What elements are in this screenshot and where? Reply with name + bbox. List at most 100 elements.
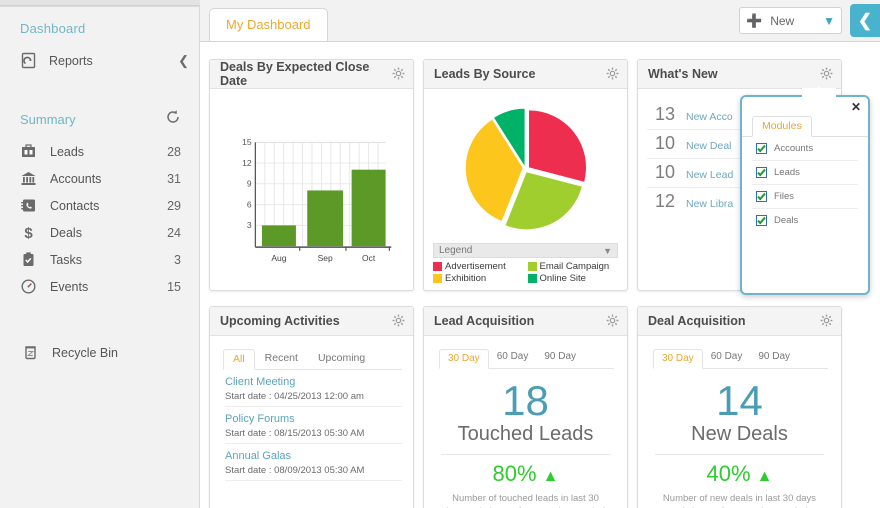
lead-acquisition-change: 80% ▲ bbox=[433, 455, 618, 491]
whats-new-label[interactable]: New Acco bbox=[686, 111, 733, 123]
sidebar-item-leads[interactable]: Leads 28 bbox=[0, 138, 199, 165]
tab-all[interactable]: All bbox=[223, 349, 255, 370]
activity-title[interactable]: Client Meeting bbox=[225, 376, 402, 388]
tab-recent[interactable]: Recent bbox=[255, 348, 308, 369]
gear-icon[interactable] bbox=[606, 67, 619, 82]
chevron-down-icon[interactable]: ▼ bbox=[823, 14, 835, 28]
popup-pointer-fill bbox=[802, 88, 836, 98]
deal-acquisition-value: 14 bbox=[716, 377, 763, 424]
tab-label: 30 Day bbox=[448, 353, 480, 364]
legend-header[interactable]: Legend ▼ bbox=[433, 243, 618, 258]
popup-tab-strip: Modules bbox=[742, 97, 868, 137]
chart-x-ticks: Aug Sep Oct bbox=[271, 253, 375, 263]
widget-leads-by-source: Leads By Source Legend ▼ Advertisement E… bbox=[423, 59, 628, 291]
lead-acquisition-value: 18 bbox=[502, 377, 549, 424]
widget-body: All Recent Upcoming Client Meeting Start… bbox=[210, 336, 413, 508]
widget-title: What's New bbox=[648, 67, 718, 81]
svg-text:$: $ bbox=[24, 225, 33, 241]
module-row-leads[interactable]: Leads bbox=[752, 161, 858, 185]
y-tick-3: 3 bbox=[247, 220, 252, 230]
tab-label: All bbox=[233, 353, 245, 365]
whats-new-label[interactable]: New Deal bbox=[686, 140, 732, 152]
gear-icon[interactable] bbox=[392, 314, 405, 329]
sidebar-item-count: 3 bbox=[174, 252, 181, 267]
activity-list-item: Annual Galas Start date : 08/09/2013 05:… bbox=[219, 444, 404, 481]
widget-body: Legend ▼ Advertisement Email Campaign Ex… bbox=[424, 89, 627, 290]
new-button[interactable]: ➕ New ▼ bbox=[739, 7, 842, 34]
module-row-files[interactable]: Files bbox=[752, 185, 858, 209]
caret-down-icon[interactable]: ▼ bbox=[603, 246, 612, 256]
whats-new-label[interactable]: New Libra bbox=[686, 198, 733, 210]
checkbox-accounts[interactable] bbox=[756, 143, 767, 154]
tab-90-day[interactable]: 90 Day bbox=[750, 348, 798, 368]
sidebar-item-deals[interactable]: $ Deals 24 bbox=[0, 219, 199, 246]
refresh-icon[interactable] bbox=[165, 109, 181, 130]
accounts-bank-icon bbox=[20, 170, 37, 187]
sidebar-collapse-chevron-left-icon[interactable]: ❮ bbox=[178, 54, 189, 67]
sidebar-item-events[interactable]: Events 15 bbox=[0, 273, 199, 300]
x-tick-aug: Aug bbox=[271, 253, 286, 263]
tab-90-day[interactable]: 90 Day bbox=[536, 348, 584, 368]
tab-label: Modules bbox=[762, 120, 802, 132]
widget-deals-by-expected-close-date: Deals By Expected Close Date 15 12 9 6 3… bbox=[209, 59, 414, 291]
activity-title[interactable]: Policy Forums bbox=[225, 413, 402, 425]
sidebar-item-count: 24 bbox=[167, 225, 181, 240]
lead-acquisition-description: Number of touched leads in last 30 days … bbox=[443, 493, 607, 508]
panel-collapse-button[interactable]: ❮ bbox=[850, 4, 880, 37]
tab-30-day[interactable]: 30 Day bbox=[653, 349, 703, 369]
sidebar-item-accounts[interactable]: Accounts 31 bbox=[0, 165, 199, 192]
sidebar-item-label: Events bbox=[50, 279, 89, 294]
sidebar-item-label: Reports bbox=[49, 53, 93, 68]
widget-header: Deal Acquisition bbox=[638, 307, 841, 336]
sidebar-item-tasks[interactable]: Tasks 3 bbox=[0, 246, 199, 273]
whats-new-label[interactable]: New Lead bbox=[686, 169, 733, 181]
module-row-accounts[interactable]: Accounts bbox=[752, 137, 858, 161]
events-clock-icon bbox=[20, 278, 37, 295]
widget-title: Deal Acquisition bbox=[648, 314, 746, 328]
tab-30-day[interactable]: 30 Day bbox=[439, 349, 489, 369]
tab-label: 30 Day bbox=[662, 353, 694, 364]
activity-title[interactable]: Annual Galas bbox=[225, 450, 402, 462]
sidebar-item-contacts[interactable]: Contacts 29 bbox=[0, 192, 199, 219]
sidebar-item-recycle-bin[interactable]: Recycle Bin bbox=[0, 300, 199, 361]
widget-title: Deals By Expected Close Date bbox=[220, 60, 370, 88]
tab-modules[interactable]: Modules bbox=[752, 116, 812, 137]
modules-popup: ✕ Modules Accounts Leads Files Deals bbox=[740, 86, 870, 295]
checkbox-files[interactable] bbox=[756, 191, 767, 202]
tab-my-dashboard[interactable]: My Dashboard bbox=[209, 8, 328, 41]
sidebar-item-reports[interactable]: Reports ❮ bbox=[0, 46, 199, 75]
activity-start-date: Start date : 08/09/2013 05:30 AM bbox=[225, 462, 402, 481]
whats-new-count: 10 bbox=[655, 133, 676, 153]
gear-icon[interactable] bbox=[820, 67, 833, 82]
module-row-deals[interactable]: Deals bbox=[752, 209, 858, 232]
tab-upcoming[interactable]: Upcoming bbox=[308, 348, 375, 369]
close-x-icon[interactable]: ✕ bbox=[851, 100, 861, 114]
legend-title: Legend bbox=[439, 245, 473, 256]
chevron-left-icon: ❮ bbox=[857, 10, 873, 30]
legend-label: Advertisement bbox=[445, 261, 506, 272]
activity-list-item: Policy Forums Start date : 08/15/2013 05… bbox=[219, 407, 404, 444]
bar-chart: 15 12 9 6 3 Aug Sep Oct bbox=[242, 137, 392, 263]
widget-body: 15 12 9 6 3 Aug Sep Oct bbox=[210, 89, 413, 290]
tab-60-day[interactable]: 60 Day bbox=[489, 348, 537, 368]
sidebar-item-count: 28 bbox=[167, 144, 181, 159]
dollar-icon: $ bbox=[20, 224, 37, 242]
new-button-label: New bbox=[770, 13, 795, 28]
gear-icon[interactable] bbox=[820, 314, 833, 329]
triangle-up-icon: ▲ bbox=[756, 468, 773, 486]
gear-icon[interactable] bbox=[606, 314, 619, 329]
tab-60-day[interactable]: 60 Day bbox=[703, 348, 751, 368]
tab-label: 90 Day bbox=[758, 351, 791, 362]
legend-swatch bbox=[527, 274, 537, 283]
legend-item-email-campaign: Email Campaign bbox=[527, 261, 619, 272]
checkbox-leads[interactable] bbox=[756, 167, 767, 178]
tab-label: My Dashboard bbox=[226, 17, 311, 32]
sidebar-item-label: Accounts bbox=[50, 171, 102, 186]
gear-icon[interactable] bbox=[392, 67, 405, 82]
legend-item-online-site: Online Site bbox=[527, 273, 619, 284]
x-tick-oct: Oct bbox=[362, 253, 376, 263]
leads-icon bbox=[20, 143, 37, 160]
legend-swatch bbox=[433, 274, 442, 283]
activity-list-item: Client Meeting Start date : 04/25/2013 1… bbox=[219, 370, 404, 407]
checkbox-deals[interactable] bbox=[756, 215, 767, 226]
